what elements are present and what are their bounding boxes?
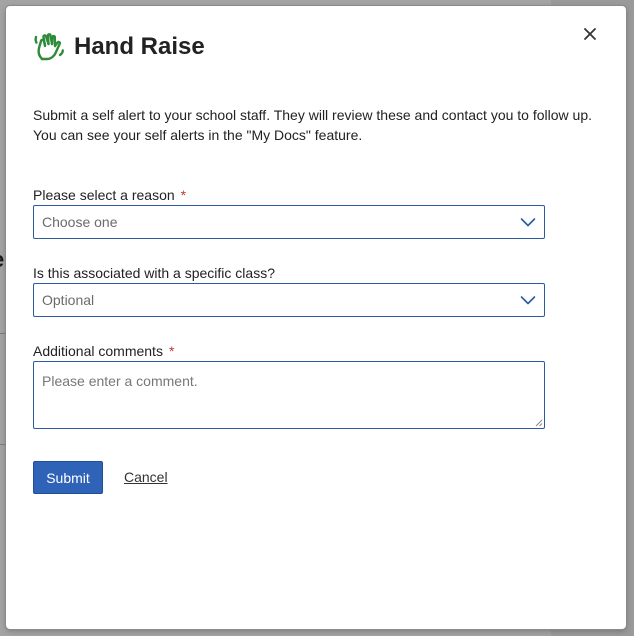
dialog-description: Submit a self alert to your school staff… xyxy=(33,107,592,143)
submit-button[interactable]: Submit xyxy=(33,461,103,494)
reason-select[interactable]: Choose one xyxy=(33,205,545,239)
reason-label-text: Please select a reason xyxy=(33,187,175,203)
comments-label-text: Additional comments xyxy=(33,343,163,359)
class-label: Is this associated with a specific class… xyxy=(33,265,275,281)
background-text-fragment: e xyxy=(0,247,4,273)
close-button[interactable] xyxy=(580,24,600,44)
hand-raise-dialog: Hand Raise Submit a self alert to your s… xyxy=(6,6,626,629)
close-icon xyxy=(584,28,596,40)
class-select[interactable]: Optional xyxy=(33,283,545,317)
dialog-header: Hand Raise xyxy=(33,30,205,64)
chevron-down-icon xyxy=(520,218,536,227)
cancel-link[interactable]: Cancel xyxy=(124,469,168,485)
required-indicator: * xyxy=(168,343,175,359)
reason-label: Please select a reason * xyxy=(33,187,186,203)
comments-label: Additional comments * xyxy=(33,343,174,359)
resize-handle-icon[interactable] xyxy=(534,418,543,427)
required-indicator: * xyxy=(180,187,187,203)
hand-raise-icon xyxy=(34,33,64,61)
chevron-down-icon xyxy=(520,296,536,305)
class-select-value: Optional xyxy=(42,292,95,308)
reason-select-value: Choose one xyxy=(42,214,118,230)
comments-placeholder: Please enter a comment. xyxy=(42,373,198,389)
class-label-text: Is this associated with a specific class… xyxy=(33,265,275,281)
comments-textarea[interactable]: Please enter a comment. xyxy=(33,361,545,429)
dialog-title: Hand Raise xyxy=(74,33,205,60)
